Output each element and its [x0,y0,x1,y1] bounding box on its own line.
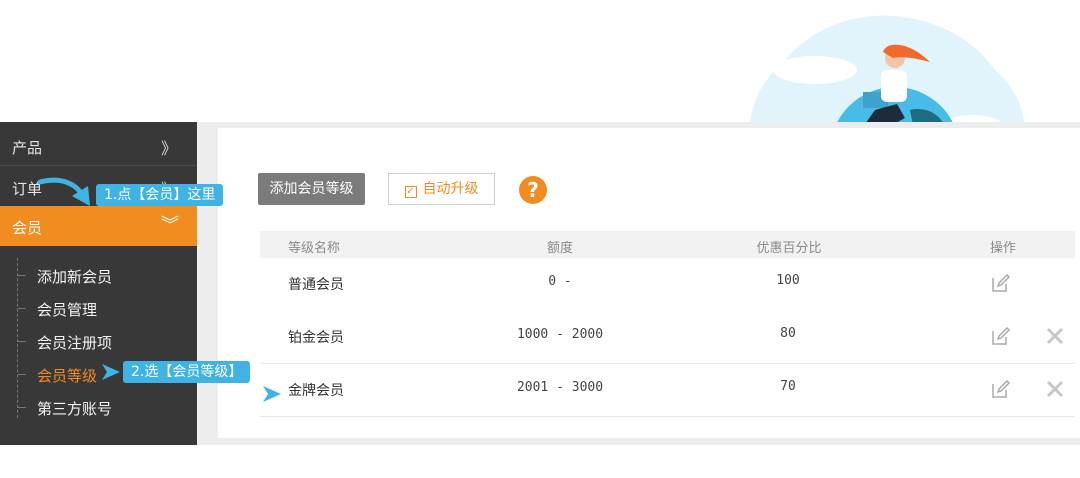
level-amount: 0 - [548,274,572,289]
add-member-level-button[interactable]: 添加会员等级 [258,173,365,205]
sidebar-item-label: 会员 [12,219,43,237]
table-row: 金牌会员 2001 - 3000 70 [260,364,1075,417]
level-name: 铂金会员 [288,330,344,346]
tree-tick [18,374,26,375]
table-header: 等级名称 额度 优惠百分比 操作 [260,231,1075,258]
table-row: 普通会员 0 - 100 [260,258,1075,310]
column-header-percent: 优惠百分比 [756,241,822,256]
sidebar-item-label: 产品 [12,139,43,157]
auto-upgrade-button[interactable]: ✓ 自动升级 [388,173,495,205]
tree-tick [18,407,26,408]
column-header-name: 等级名称 [288,241,341,256]
submenu-item-registration-fields[interactable]: 会员注册项 [37,332,112,353]
checkbox-checked-icon[interactable]: ✓ [404,186,417,198]
delete-icon[interactable] [1046,327,1064,345]
pointer-arrow-icon [102,364,120,380]
tree-line [17,258,19,418]
submenu-item-add-member[interactable]: 添加新会员 [37,266,112,287]
delete-icon[interactable] [1046,380,1064,398]
column-header-amount: 额度 [546,241,573,256]
level-name: 普通会员 [288,277,344,293]
tutorial-callout-step2: 2.选【会员等级】 [123,361,251,383]
sidebar-item-products[interactable]: 产品 》 [0,126,197,166]
sidebar-item-members[interactable]: 会员 ︾ [0,206,197,246]
column-header-operations: 操作 [990,241,1017,256]
submenu-item-member-management[interactable]: 会员管理 [37,299,97,320]
tree-tick [18,308,26,309]
sidebar: 产品 》 订单 》 会员 ︾ 添加新会员 会员管理 会员注册项 会员等级 第三方… [0,122,197,445]
curved-arrow-icon [38,177,90,206]
help-icon[interactable]: ? [519,176,547,204]
level-percent: 100 [776,273,800,288]
tree-tick [18,341,26,342]
table-row: 铂金会员 1000 - 2000 80 [260,311,1075,364]
tree-tick [18,275,26,276]
edit-icon[interactable] [991,326,1011,346]
level-percent: 70 [780,379,796,394]
submenu-item-third-party-accounts[interactable]: 第三方账号 [37,398,112,419]
chevron-down-icon: ︾ [161,215,179,236]
level-name: 金牌会员 [288,383,344,399]
level-amount: 1000 - 2000 [516,327,604,342]
chevron-right-icon: 》 [161,139,178,158]
pointer-arrow-icon [263,386,281,402]
edit-icon[interactable] [991,273,1011,293]
level-percent: 80 [780,326,796,341]
level-amount: 2001 - 3000 [516,380,604,395]
submenu-item-member-levels[interactable]: 会员等级 [37,365,97,386]
auto-upgrade-label: 自动升级 [422,181,479,197]
edit-icon[interactable] [991,379,1011,399]
tutorial-callout-step1: 1.点【会员】这里 [96,184,224,206]
